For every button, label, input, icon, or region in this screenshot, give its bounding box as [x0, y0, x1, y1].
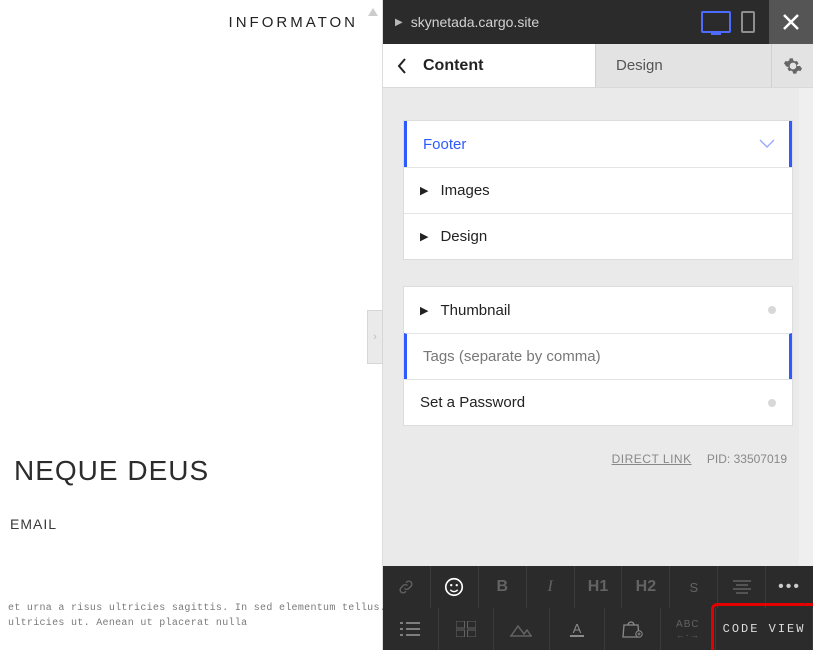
- link-icon: [397, 578, 415, 596]
- page-meta: DIRECT LINK PID: 33507019: [403, 452, 793, 466]
- section-images-label: Images: [440, 182, 489, 199]
- small-button[interactable]: S: [670, 566, 718, 608]
- spellcheck-button[interactable]: ABC ←·→: [661, 608, 717, 650]
- code-view-button[interactable]: CODE VIEW: [716, 608, 813, 650]
- chevron-left-icon: [397, 58, 407, 74]
- content-card-meta: ▶ Thumbnail Tags (separate by comma) Set…: [403, 286, 793, 426]
- pid-label: PID:: [707, 452, 730, 466]
- format-toolbar-1: B I H1 H2 S •••: [383, 566, 813, 608]
- section-design[interactable]: ▶ Design: [404, 213, 792, 259]
- tab-design[interactable]: Design: [595, 44, 771, 87]
- site-preview-pane: INFORMATON NEQUE DEUS EMAIL et urna a ri…: [0, 0, 383, 650]
- section-design-label: Design: [440, 228, 487, 245]
- more-button[interactable]: •••: [766, 566, 813, 608]
- abc-label: ABC: [676, 619, 700, 630]
- scroll-up-arrow[interactable]: [368, 6, 378, 16]
- h2-button[interactable]: H2: [622, 566, 670, 608]
- editor-tabs: Content Design: [383, 44, 813, 88]
- content-body: Footer ▶ Images ▶ Design ▶ Thumbnail: [383, 88, 813, 566]
- columns-icon: [456, 621, 476, 637]
- back-button[interactable]: [383, 44, 421, 87]
- list-icon: [400, 622, 420, 636]
- gear-icon: [783, 56, 803, 76]
- desktop-preview-icon[interactable]: [701, 11, 731, 33]
- list-button[interactable]: [383, 608, 439, 650]
- italic-button[interactable]: I: [527, 566, 575, 608]
- caret-right-icon: ▶: [420, 184, 428, 197]
- settings-button[interactable]: [771, 44, 813, 87]
- tags-placeholder: Tags (separate by comma): [423, 348, 601, 365]
- section-images[interactable]: ▶ Images: [404, 167, 792, 213]
- tags-input-row[interactable]: Tags (separate by comma): [404, 333, 792, 379]
- direct-link[interactable]: DIRECT LINK: [612, 452, 692, 466]
- mobile-preview-icon[interactable]: [741, 11, 755, 33]
- arrows-label: ←·→: [676, 630, 700, 640]
- caret-right-icon: ▶: [420, 230, 428, 243]
- add-item-button[interactable]: [605, 608, 661, 650]
- section-thumbnail[interactable]: ▶ Thumbnail: [404, 287, 792, 333]
- tab-content[interactable]: Content: [421, 44, 595, 87]
- svg-text:A: A: [572, 621, 581, 636]
- section-password-label: Set a Password: [420, 394, 525, 411]
- content-card-main: Footer ▶ Images ▶ Design: [403, 120, 793, 260]
- emoji-button[interactable]: [431, 566, 479, 608]
- pid-value: 33507019: [734, 452, 787, 466]
- page-subhead-email[interactable]: EMAIL: [10, 516, 57, 532]
- columns-button[interactable]: [439, 608, 495, 650]
- panel-expand-handle[interactable]: ›: [367, 310, 383, 364]
- site-menu-arrow-icon[interactable]: ▶: [395, 17, 403, 28]
- text-color-icon: A: [568, 620, 586, 638]
- link-button[interactable]: [383, 566, 431, 608]
- align-center-icon: [733, 580, 751, 594]
- close-icon: [782, 13, 800, 31]
- editor-panel: ▶ skynetada.cargo.site Content Design: [383, 0, 813, 650]
- nav-link-information[interactable]: INFORMATON: [229, 14, 358, 31]
- page-headline: NEQUE DEUS: [14, 455, 209, 487]
- section-footer[interactable]: Footer: [404, 121, 792, 167]
- topbar: ▶ skynetada.cargo.site: [383, 0, 813, 44]
- section-thumbnail-label: Thumbnail: [440, 302, 510, 319]
- shopping-bag-plus-icon: [621, 620, 643, 638]
- page-body-text: et urna a risus ultricies sagittis. In s…: [8, 602, 386, 631]
- status-dot: [768, 399, 776, 407]
- caret-right-icon: ▶: [420, 304, 428, 317]
- h1-button[interactable]: H1: [575, 566, 623, 608]
- chevron-down-icon: [759, 139, 775, 149]
- site-url[interactable]: skynetada.cargo.site: [411, 14, 701, 30]
- close-button[interactable]: [769, 0, 813, 44]
- status-dot: [768, 306, 776, 314]
- align-button[interactable]: [718, 566, 766, 608]
- image-icon: [510, 621, 532, 637]
- image-button[interactable]: [494, 608, 550, 650]
- section-footer-label: Footer: [423, 136, 466, 153]
- bold-button[interactable]: B: [479, 566, 527, 608]
- smiley-icon: [443, 576, 465, 598]
- section-password[interactable]: Set a Password: [404, 379, 792, 425]
- scrollbar[interactable]: [799, 88, 813, 566]
- text-color-button[interactable]: A: [550, 608, 606, 650]
- format-toolbar-2: A ABC ←·→ CODE VIEW: [383, 608, 813, 650]
